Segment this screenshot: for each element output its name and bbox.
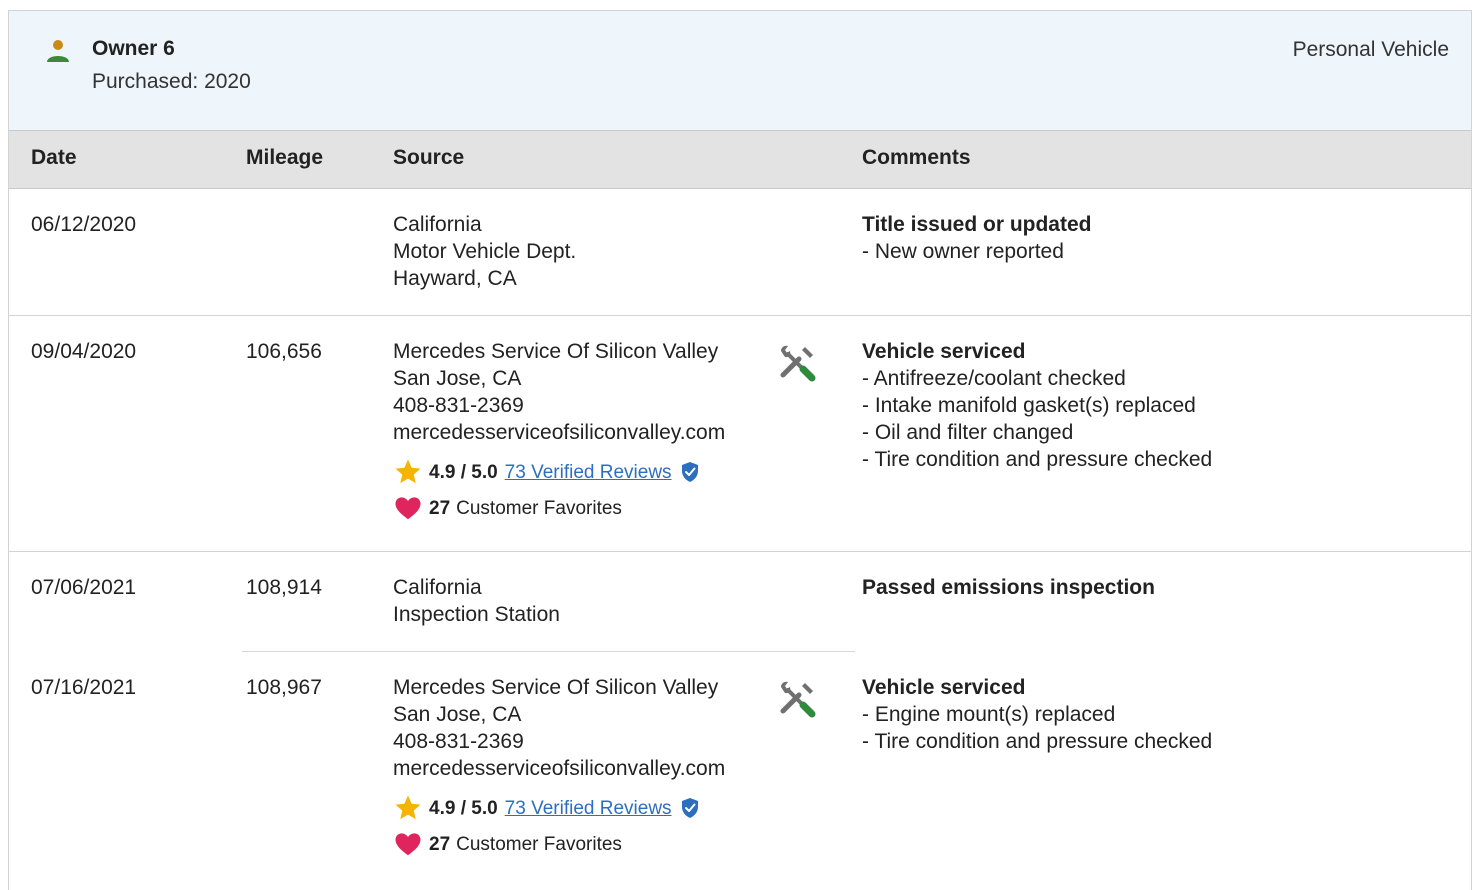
- record-source: Mercedes Service Of Silicon Valley San J…: [393, 674, 763, 858]
- verified-shield-icon: [681, 798, 698, 818]
- comment-item: - Antifreeze/coolant checked: [862, 367, 1126, 390]
- favorites-label: Customer Favorites: [456, 497, 622, 519]
- column-header-mileage: Mileage: [246, 146, 324, 169]
- record-date: 09/04/2020: [31, 340, 137, 363]
- record-date: 07/06/2021: [31, 576, 137, 599]
- source-line: Motor Vehicle Dept.: [393, 240, 577, 263]
- shop-name: Mercedes Service Of Silicon Valley: [393, 676, 719, 699]
- rating-value: 4.9 / 5.0: [429, 797, 498, 819]
- comment-title: Passed emissions inspection: [862, 576, 1155, 599]
- comment-title: Title issued or updated: [862, 213, 1092, 236]
- verified-reviews-link[interactable]: 73 Verified Reviews: [505, 795, 672, 822]
- source-line: Hayward, CA: [393, 267, 517, 290]
- vehicle-type: Personal Vehicle: [1292, 38, 1449, 61]
- record-date: 07/16/2021: [31, 676, 137, 699]
- comment-title: Vehicle serviced: [862, 676, 1026, 699]
- vehicle-history-card: Owner 6 Purchased: 2020 Personal Vehicle…: [8, 10, 1472, 890]
- table-header: Date Mileage Source Comments: [9, 131, 1471, 189]
- shop-phone: 408-831-2369: [393, 394, 524, 417]
- column-header-comments: Comments: [862, 146, 971, 169]
- record-source: California Motor Vehicle Dept. Hayward, …: [393, 211, 763, 292]
- service-tools-icon: [780, 345, 816, 382]
- table-row: 09/04/2020 106,656 Mercedes Service Of S…: [9, 316, 1471, 552]
- shop-location: San Jose, CA: [393, 367, 522, 390]
- column-header-date: Date: [31, 146, 77, 169]
- heart-icon: [395, 497, 421, 520]
- owner-header: Owner 6 Purchased: 2020 Personal Vehicle: [9, 11, 1471, 131]
- record-mileage: 108,914: [246, 576, 322, 599]
- record-comments: Vehicle serviced - Engine mount(s) repla…: [862, 674, 1212, 755]
- comment-item: - Engine mount(s) replaced: [862, 703, 1116, 726]
- table-row: 07/06/2021 108,914 California Inspection…: [9, 552, 1471, 652]
- favorites-count: 27: [429, 497, 451, 519]
- source-line: California: [393, 213, 482, 236]
- favorites-label: Customer Favorites: [456, 833, 622, 855]
- customer-favorites: 27 Customer Favorites: [393, 830, 763, 858]
- shop-rating: 4.9 / 5.0 73 Verified Reviews: [393, 458, 763, 486]
- record-comments: Title issued or updated - New owner repo…: [862, 211, 1091, 265]
- source-line: California: [393, 576, 482, 599]
- shop-website: mercedesserviceofsiliconvalley.com: [393, 757, 726, 780]
- verified-reviews-link[interactable]: 73 Verified Reviews: [505, 459, 672, 486]
- comment-item: - New owner reported: [862, 240, 1064, 263]
- heart-icon: [395, 833, 421, 856]
- comment-title: Vehicle serviced: [862, 340, 1026, 363]
- record-source: California Inspection Station: [393, 574, 763, 628]
- shop-rating: 4.9 / 5.0 73 Verified Reviews: [393, 794, 763, 822]
- owner-purchased: Purchased: 2020: [92, 70, 251, 93]
- shop-website: mercedesserviceofsiliconvalley.com: [393, 421, 726, 444]
- shop-name: Mercedes Service Of Silicon Valley: [393, 340, 719, 363]
- record-mileage: 108,967: [246, 676, 322, 699]
- shop-location: San Jose, CA: [393, 703, 522, 726]
- table-row: 07/16/2021 108,967 Mercedes Service Of S…: [9, 652, 1471, 890]
- person-icon: [47, 40, 69, 62]
- verified-shield-icon: [681, 462, 698, 482]
- comment-item: - Tire condition and pressure checked: [862, 448, 1213, 471]
- comment-item: - Tire condition and pressure checked: [862, 730, 1213, 753]
- favorites-count: 27: [429, 833, 451, 855]
- star-icon: [395, 459, 421, 484]
- shop-phone: 408-831-2369: [393, 730, 524, 753]
- table-row: 06/12/2020 California Motor Vehicle Dept…: [9, 189, 1471, 316]
- record-mileage: 106,656: [246, 340, 322, 363]
- rating-value: 4.9 / 5.0: [429, 461, 498, 483]
- customer-favorites: 27 Customer Favorites: [393, 494, 763, 522]
- service-tools-icon: [780, 681, 816, 718]
- record-date: 06/12/2020: [31, 213, 137, 236]
- comment-item: - Oil and filter changed: [862, 421, 1074, 444]
- source-line: Inspection Station: [393, 603, 560, 626]
- record-comments: Vehicle serviced - Antifreeze/coolant ch…: [862, 338, 1212, 473]
- column-header-source: Source: [393, 146, 465, 169]
- owner-name: Owner 6: [92, 37, 175, 60]
- star-icon: [395, 795, 421, 820]
- record-comments: Passed emissions inspection: [862, 574, 1155, 601]
- comment-item: - Intake manifold gasket(s) replaced: [862, 394, 1196, 417]
- record-source: Mercedes Service Of Silicon Valley San J…: [393, 338, 763, 522]
